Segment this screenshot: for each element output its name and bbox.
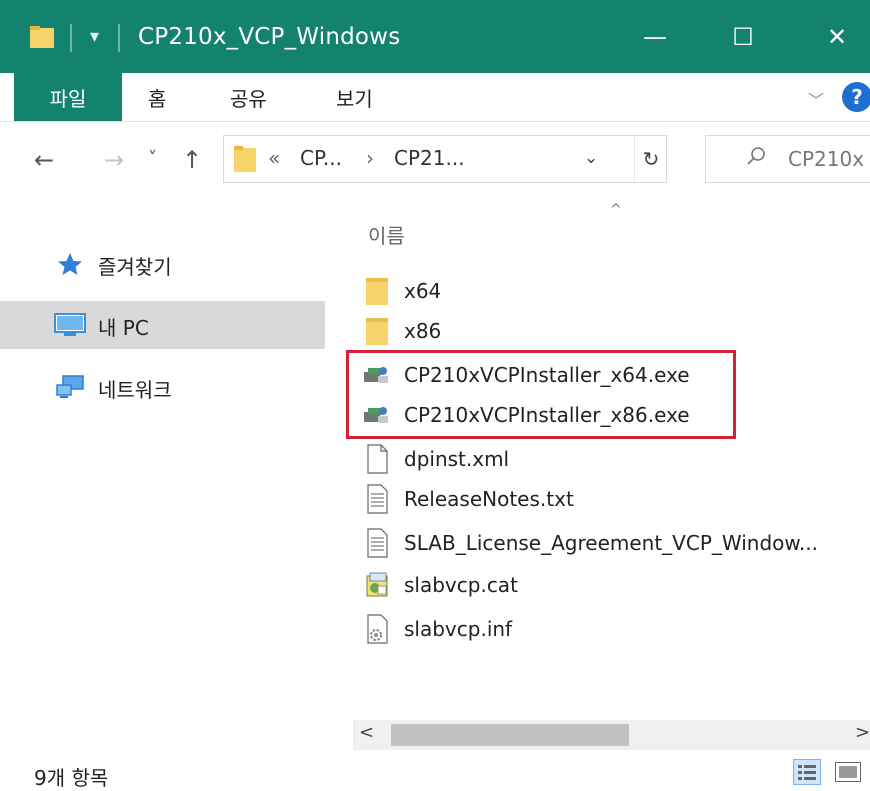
horizontal-scrollbar[interactable]: < >	[353, 720, 870, 750]
status-bar: 9개 항목	[0, 750, 870, 791]
file-name: x86	[404, 319, 442, 343]
file-name: slabvcp.cat	[404, 573, 518, 597]
folder-icon	[30, 26, 54, 48]
search-input[interactable]: CP210x	[788, 147, 864, 171]
text-file-icon	[367, 528, 388, 558]
address-dropdown-icon[interactable]: ⌄	[584, 148, 598, 168]
list-item[interactable]: slabvcp.inf	[364, 610, 512, 648]
help-icon[interactable]: ?	[842, 82, 870, 112]
close-button[interactable]: ✕	[812, 14, 862, 60]
maximize-button[interactable]: ☐	[718, 14, 768, 60]
list-item[interactable]: dpinst.xml	[364, 440, 509, 478]
highlight-box	[346, 350, 736, 439]
tab-share[interactable]: 공유	[230, 73, 267, 121]
nav-item-label: 즐겨찾기	[98, 255, 172, 279]
blank-file-icon	[367, 444, 388, 474]
nav-item-quick-access[interactable]: 즐겨찾기	[0, 240, 325, 288]
breadcrumb-item[interactable]: CP...	[300, 146, 342, 170]
network-icon	[56, 375, 84, 398]
nav-item-label: 내 PC	[98, 316, 149, 340]
ribbon-tabs: 파일 홈 공유 보기 ﹀ ?	[0, 73, 870, 122]
text-file-icon	[367, 484, 388, 514]
search-box[interactable]: CP210x	[705, 135, 870, 183]
address-bar[interactable]: « CP... › CP21... ⌄ ↻	[223, 135, 667, 183]
list-item[interactable]: slabvcp.cat	[364, 566, 518, 604]
back-button[interactable]: ←	[34, 146, 54, 174]
item-count: 9개 항목	[34, 766, 109, 790]
breadcrumb-separator[interactable]: ›	[366, 146, 374, 170]
tab-file[interactable]: 파일	[14, 73, 122, 121]
scroll-left-button[interactable]: <	[359, 722, 374, 743]
breadcrumb-item[interactable]: CP21...	[394, 146, 465, 170]
navigation-pane: 즐겨찾기 내 PC 네트워크	[0, 198, 335, 728]
settings-file-icon	[367, 614, 388, 644]
list-item[interactable]: x86	[364, 312, 441, 350]
details-view-icon	[798, 765, 816, 780]
address-toolbar: ← → ˅ ↑ « CP... › CP21... ⌄ ↻ CP210x	[0, 122, 870, 198]
window-title: CP210x_VCP_Windows	[138, 24, 401, 50]
file-name: ReleaseNotes.txt	[404, 487, 574, 511]
file-name: dpinst.xml	[404, 447, 510, 471]
refresh-button[interactable]: ↻	[634, 136, 667, 182]
catalog-file-icon	[366, 572, 388, 597]
breadcrumb-overflow[interactable]: «	[268, 146, 280, 170]
nav-item-this-pc[interactable]: 내 PC	[0, 301, 325, 349]
quick-access-dropdown-icon[interactable]: ▾	[90, 26, 99, 47]
title-separator	[70, 24, 72, 52]
tab-view[interactable]: 보기	[336, 73, 373, 121]
details-view-button[interactable]	[793, 759, 821, 785]
nav-item-label: 네트워크	[98, 378, 172, 402]
list-item[interactable]: ReleaseNotes.txt	[364, 480, 574, 518]
forward-button[interactable]: →	[104, 146, 124, 174]
file-name: slabvcp.inf	[404, 617, 513, 641]
file-list: ^ 이름 x64 x86 CP210xVCPInstaller_x64.exe …	[336, 198, 870, 728]
sort-ascending-icon: ^	[610, 202, 622, 218]
folder-icon	[234, 146, 256, 172]
up-button[interactable]: ↑	[182, 146, 202, 174]
folder-icon	[366, 278, 388, 305]
file-name: x64	[404, 279, 442, 303]
chevron-down-icon[interactable]: ﹀	[808, 87, 824, 111]
tab-home[interactable]: 홈	[148, 73, 166, 121]
large-icons-view-button[interactable]	[835, 762, 861, 782]
recent-locations-button[interactable]: ˅	[148, 148, 157, 169]
star-icon	[58, 253, 82, 275]
nav-item-network[interactable]: 네트워크	[0, 363, 325, 411]
list-item[interactable]: SLAB_License_Agreement_VCP_Window...	[364, 524, 818, 562]
column-header-name[interactable]: 이름	[368, 220, 405, 249]
explorer-window: ▾ CP210x_VCP_Windows — ☐ ✕ 파일 홈 공유 보기 ﹀ …	[0, 0, 870, 791]
search-icon	[747, 147, 765, 165]
scroll-thumb[interactable]	[391, 724, 629, 746]
large-icons-view-icon	[839, 766, 857, 778]
file-name: SLAB_License_Agreement_VCP_Window...	[404, 531, 818, 555]
folder-icon	[366, 318, 388, 345]
list-item[interactable]: x64	[364, 272, 441, 310]
computer-icon	[54, 313, 86, 336]
title-bar[interactable]: ▾ CP210x_VCP_Windows — ☐ ✕	[0, 0, 870, 73]
minimize-button[interactable]: —	[630, 14, 680, 60]
title-separator	[118, 24, 120, 52]
scroll-right-button[interactable]: >	[855, 722, 870, 743]
